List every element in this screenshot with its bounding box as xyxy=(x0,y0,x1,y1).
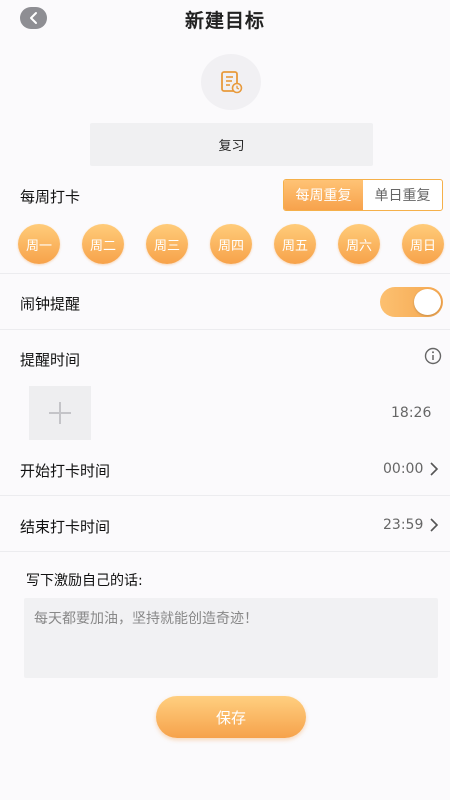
page-title: 新建目标 xyxy=(184,10,265,32)
divider xyxy=(0,329,450,330)
repeat-toggle: 每周重复 单日重复 xyxy=(283,179,443,211)
add-reminder-button[interactable] xyxy=(29,386,91,440)
goal-name-input[interactable]: 复习 xyxy=(90,123,373,166)
alarm-label: 闹钟提醒 xyxy=(20,295,81,313)
goal-icon-button[interactable] xyxy=(201,54,261,110)
end-time-value[interactable]: 23:59 xyxy=(383,517,423,533)
day-sun[interactable]: 周日 xyxy=(402,224,444,264)
divider xyxy=(0,551,450,552)
info-icon[interactable] xyxy=(424,347,442,365)
single-day-repeat-option[interactable]: 单日重复 xyxy=(363,180,442,210)
motivation-label: 写下激励自己的话: xyxy=(26,573,143,589)
reminder-label: 提醒时间 xyxy=(20,351,81,369)
notebook-clock-icon xyxy=(221,71,243,94)
day-tue[interactable]: 周二 xyxy=(82,224,124,264)
day-fri[interactable]: 周五 xyxy=(274,224,316,264)
weekly-repeat-option[interactable]: 每周重复 xyxy=(284,180,363,210)
day-sat[interactable]: 周六 xyxy=(338,224,380,264)
plus-icon xyxy=(49,402,71,424)
motivation-textarea[interactable]: 每天都要加油，坚持就能创造奇迹！ xyxy=(24,598,438,678)
chevron-right-icon[interactable] xyxy=(429,461,439,477)
toggle-knob xyxy=(414,289,441,315)
chevron-right-icon[interactable] xyxy=(429,517,439,533)
save-button[interactable]: 保存 xyxy=(156,696,306,738)
reminder-time[interactable]: 18:26 xyxy=(391,405,431,421)
day-thu[interactable]: 周四 xyxy=(210,224,252,264)
end-time-label: 结束打卡时间 xyxy=(20,518,111,536)
weekly-label: 每周打卡 xyxy=(20,188,81,206)
day-wed[interactable]: 周三 xyxy=(146,224,188,264)
divider xyxy=(0,495,450,496)
start-time-value[interactable]: 00:00 xyxy=(383,461,423,477)
day-mon[interactable]: 周一 xyxy=(18,224,60,264)
alarm-toggle[interactable] xyxy=(380,287,443,317)
divider xyxy=(0,273,450,274)
start-time-label: 开始打卡时间 xyxy=(20,462,111,480)
